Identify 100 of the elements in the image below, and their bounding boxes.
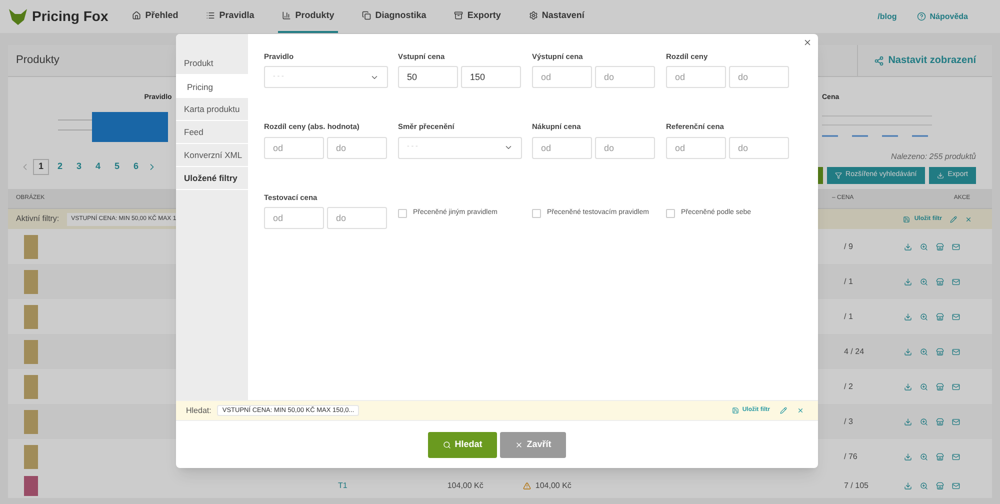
zoom-icon[interactable] [920, 418, 928, 426]
sidebar-tab[interactable]: Pricing [176, 75, 248, 98]
search-label: Hledat: [186, 404, 212, 416]
nav-tab[interactable]: Exporty [450, 0, 505, 33]
download-icon[interactable] [904, 348, 912, 356]
count-cell-text: / 3 [844, 416, 854, 428]
count-cell-text: / 1 [844, 310, 854, 322]
edit-icon[interactable] [780, 407, 787, 414]
zoom-icon[interactable] [920, 348, 928, 356]
download-icon[interactable] [904, 278, 912, 286]
close-button[interactable]: Zavřít [500, 432, 566, 458]
store-icon[interactable] [936, 278, 944, 286]
download-icon[interactable] [904, 482, 912, 490]
count-cell-text: 7 / 105 [844, 480, 870, 492]
product-photo-placeholder [24, 444, 38, 468]
page-link[interactable]: 4 [90, 159, 106, 175]
count-cell-text: / 9 [844, 240, 854, 252]
range-input[interactable]: od [532, 136, 592, 158]
range-input[interactable]: od [532, 66, 592, 88]
mail-icon[interactable] [952, 278, 960, 286]
help-icon [916, 12, 926, 21]
sidebar-tab[interactable]: Uložené filtry [176, 167, 248, 190]
store-icon[interactable] [936, 242, 944, 250]
download-icon[interactable] [904, 242, 912, 250]
mail-icon[interactable] [952, 452, 960, 460]
store-icon[interactable] [936, 348, 944, 356]
fox-logo-icon [8, 8, 28, 26]
search-icon [442, 440, 451, 448]
product-photo-placeholder [24, 340, 38, 364]
product-photo-placeholder [24, 234, 38, 258]
mail-icon[interactable] [952, 482, 960, 490]
product-photo-placeholder [24, 476, 38, 496]
store-icon[interactable] [936, 312, 944, 320]
sidebar-tab[interactable]: Konverzní XML [176, 144, 248, 167]
page-link[interactable]: 1 [33, 159, 49, 175]
range-input[interactable]: do [595, 136, 655, 158]
download-icon [936, 172, 944, 178]
new-price-cell: 104,00 Kč [523, 480, 572, 492]
page-link[interactable]: 6 [128, 159, 144, 175]
nav-tab[interactable]: Pravidla [202, 0, 258, 33]
list-icon [206, 11, 216, 20]
download-icon[interactable] [904, 452, 912, 460]
brand-name: Pricing Fox [32, 7, 108, 26]
sidebar-tab[interactable]: Karta produktu [176, 98, 248, 121]
range-input[interactable]: od [264, 136, 324, 158]
download-icon[interactable] [904, 418, 912, 426]
range-input[interactable]: 150 [461, 66, 521, 88]
download-icon[interactable] [904, 382, 912, 390]
range-input[interactable]: do [729, 66, 789, 88]
count-cell-text: / 1 [844, 276, 854, 288]
settings-icon [528, 11, 538, 20]
store-icon[interactable] [936, 418, 944, 426]
archive-icon [454, 11, 464, 20]
zoom-icon[interactable] [920, 312, 928, 320]
nav-tab[interactable]: Nastavení [524, 0, 588, 33]
range-input[interactable]: od [666, 66, 726, 88]
zoom-icon[interactable] [920, 242, 928, 250]
checkbox[interactable] [532, 208, 541, 218]
nav-link[interactable]: /blog [878, 10, 897, 22]
store-icon[interactable] [936, 482, 944, 490]
nav-tab[interactable]: Přehled [128, 0, 182, 33]
bar-chart-icon [282, 11, 292, 20]
share-icon [874, 56, 884, 66]
checkbox[interactable] [398, 208, 407, 218]
found-count: Nalezeno: 255 produktů [891, 150, 976, 162]
warning-icon [523, 482, 532, 490]
clear-icon[interactable] [797, 407, 804, 414]
range-input[interactable]: do [327, 136, 387, 158]
mail-icon[interactable] [952, 382, 960, 390]
range-input[interactable]: do [595, 66, 655, 88]
sidebar-tab[interactable]: Feed [176, 121, 248, 144]
product-photo-placeholder [24, 374, 38, 398]
page-link[interactable]: 3 [71, 159, 87, 175]
page-link[interactable]: 5 [109, 159, 125, 175]
store-icon[interactable] [936, 382, 944, 390]
page-link[interactable]: 2 [52, 159, 68, 175]
active-filters-label: Aktivní filtry: [16, 213, 60, 225]
mail-icon[interactable] [952, 348, 960, 356]
close-icon[interactable] [803, 38, 812, 47]
zoom-icon[interactable] [920, 278, 928, 286]
mail-icon[interactable] [952, 418, 960, 426]
zoom-icon[interactable] [920, 382, 928, 390]
chevron-down-icon [504, 143, 513, 152]
range-input[interactable]: 50 [398, 66, 458, 88]
nav-tab[interactable]: Diagnostika [358, 0, 430, 33]
range-input[interactable]: do [729, 136, 789, 158]
range-input[interactable]: od [264, 206, 324, 229]
store-icon[interactable] [936, 452, 944, 460]
zoom-icon[interactable] [920, 452, 928, 460]
settings-button[interactable]: Nastavit zobrazení [857, 45, 992, 76]
mail-icon[interactable] [952, 242, 960, 250]
edit-icon[interactable] [950, 216, 957, 222]
download-icon[interactable] [904, 312, 912, 320]
search-button[interactable]: Hledat [428, 432, 497, 458]
checkbox[interactable] [666, 208, 675, 218]
nav-link[interactable]: Nápověda [916, 10, 968, 22]
mail-icon[interactable] [952, 312, 960, 320]
range-input[interactable]: od [666, 136, 726, 158]
range-input[interactable]: do [327, 206, 387, 229]
zoom-icon[interactable] [920, 482, 928, 490]
